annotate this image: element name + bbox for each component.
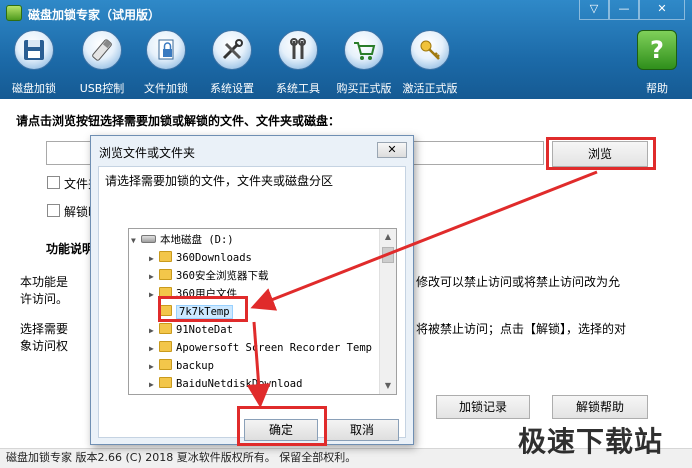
toolbar-system-tools[interactable]: 系统工具 xyxy=(266,30,330,96)
usb-drive-icon xyxy=(82,30,122,70)
function-description-title: 功能说明 xyxy=(46,242,95,256)
wrench-icon xyxy=(278,30,318,70)
unlock-checkbox[interactable] xyxy=(47,204,60,217)
close-button[interactable]: ✕ xyxy=(639,0,685,20)
expand-arrow-icon[interactable]: ▼ xyxy=(131,232,141,250)
expand-arrow-icon[interactable]: ▶ xyxy=(149,340,159,358)
description-text: 象访问权 xyxy=(20,339,69,353)
tree-item-drive-d[interactable]: ▼ 本地磁盘 (D:) xyxy=(131,231,234,249)
expand-arrow-icon[interactable]: ▶ xyxy=(149,322,159,340)
toolbar-label: 系统工具 xyxy=(276,82,320,95)
toolbar-activate[interactable]: 激活正式版 xyxy=(398,30,462,96)
key-icon xyxy=(410,30,450,70)
toolbar-label: 磁盘加锁 xyxy=(12,82,56,95)
drive-icon xyxy=(141,235,156,243)
expand-arrow-icon[interactable]: ▶ xyxy=(149,376,159,394)
toolbar-label: 购买正式版 xyxy=(336,82,392,95)
cancel-button[interactable]: 取消 xyxy=(325,419,399,441)
description-text: 许访问。 xyxy=(20,292,69,306)
help-icon: ? xyxy=(637,30,677,70)
toolbar-label: 激活正式版 xyxy=(402,82,458,95)
description-text: 本功能是 xyxy=(20,275,69,289)
menu-button[interactable]: ▽ xyxy=(579,0,609,20)
tree-item[interactable]: ▶ BaiduNetdiskDownload xyxy=(149,375,302,393)
dialog-prompt: 请选择需要加锁的文件，文件夹或磁盘分区 xyxy=(105,174,334,188)
toolbar-system-settings[interactable]: 系统设置 xyxy=(200,30,264,96)
file-lock-icon xyxy=(146,30,186,70)
description-text: 将被禁止访问；点击【解锁】，选择的对 xyxy=(416,322,627,336)
toolbar-label: USB控制 xyxy=(79,82,125,95)
toolbar-area: 磁盘加锁专家（试用版） ▽ — ✕ 磁盘加锁 USB控制 文件加锁 系统设置 系… xyxy=(0,0,692,99)
folder-icon xyxy=(159,251,172,262)
dialog-title: 浏览文件或文件夹 xyxy=(99,146,196,160)
scroll-down-icon[interactable]: ▼ xyxy=(380,378,396,394)
toolbar-label: 文件加锁 xyxy=(144,82,188,95)
tree-scrollbar[interactable]: ▲ ▼ xyxy=(379,229,396,394)
unlock-help-button[interactable]: 解锁帮助 xyxy=(552,395,648,419)
shopping-cart-icon xyxy=(344,30,384,70)
window-title: 磁盘加锁专家（试用版） xyxy=(28,8,161,22)
folder-icon xyxy=(159,269,172,280)
lock-log-button[interactable]: 加锁记录 xyxy=(436,395,530,419)
folder-icon xyxy=(159,359,172,370)
minimize-button[interactable]: — xyxy=(609,0,639,20)
expand-arrow-icon[interactable]: ▶ xyxy=(149,268,159,286)
toolbar-help[interactable]: ? 帮助 xyxy=(625,30,689,96)
highlight-box xyxy=(158,296,248,322)
instruction-text: 请点击浏览按钮选择需要加锁或解锁的文件、文件夹或磁盘： xyxy=(16,114,341,128)
toolbar-file-lock[interactable]: 文件加锁 xyxy=(134,30,198,96)
tree-item[interactable]: ▶ 360Downloads xyxy=(149,249,252,267)
tree-item[interactable]: ▶ backup xyxy=(149,357,214,375)
toolbar-disk-lock[interactable]: 磁盘加锁 xyxy=(2,30,66,96)
dialog-close-button[interactable]: ✕ xyxy=(377,142,407,158)
description-text: 选择需要 xyxy=(20,322,69,336)
toolbar-buy[interactable]: 购买正式版 xyxy=(332,30,396,96)
browse-dialog: 浏览文件或文件夹 ✕ 请选择需要加锁的文件，文件夹或磁盘分区 ▼ 本地磁盘 (D:… xyxy=(90,135,414,445)
folder-icon xyxy=(159,377,172,388)
folder-checkbox[interactable] xyxy=(47,176,60,189)
toolbar-label: 系统设置 xyxy=(210,82,254,95)
expand-arrow-icon[interactable]: ▶ xyxy=(149,358,159,376)
folder-icon xyxy=(159,341,172,352)
scroll-up-icon[interactable]: ▲ xyxy=(380,229,396,245)
floppy-disk-icon xyxy=(14,30,54,70)
folder-icon xyxy=(159,323,172,334)
highlight-box xyxy=(237,406,327,446)
highlight-box xyxy=(546,137,656,170)
description-text: 修改可以禁止访问或将禁止访问改为允 xyxy=(416,275,621,289)
app-logo-icon xyxy=(6,5,22,21)
tools-icon xyxy=(212,30,252,70)
tree-item[interactable]: ▶ 91NoteDat xyxy=(149,321,233,339)
scrollbar-thumb[interactable] xyxy=(382,247,394,263)
expand-arrow-icon[interactable]: ▶ xyxy=(149,250,159,268)
toolbar-label: 帮助 xyxy=(646,82,668,95)
tree-item[interactable]: ▶ 360安全浏览器下载 xyxy=(149,267,268,285)
watermark: 极速下载站 xyxy=(518,425,664,458)
tree-item[interactable]: ▶ Apowersoft Screen Recorder Temp xyxy=(149,339,372,357)
toolbar-usb-control[interactable]: USB控制 xyxy=(70,30,134,96)
